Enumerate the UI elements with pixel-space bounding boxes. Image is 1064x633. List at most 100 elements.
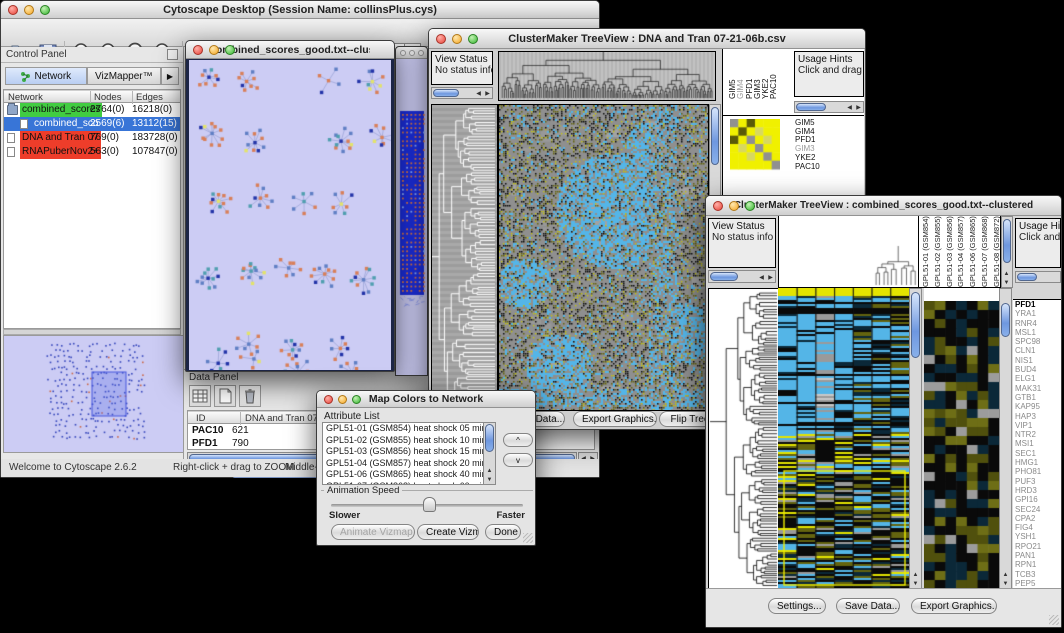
dialog-button[interactable]: Done [485, 524, 521, 540]
gene-label[interactable]: SEC1 [1013, 449, 1061, 458]
gene-label[interactable]: CLN1 [1013, 346, 1061, 355]
gene-label[interactable]: GPI16 [1013, 495, 1061, 504]
dialog-button[interactable]: Create Vizmap [417, 524, 479, 540]
treeview2-column-tree[interactable] [778, 216, 920, 288]
treeview2-detail-heatmap[interactable] [924, 301, 999, 589]
treeview1-titlebar[interactable]: ClusterMaker TreeView : DNA and Tran 07-… [429, 29, 865, 49]
zoom-button[interactable] [352, 395, 361, 404]
treeview2-button[interactable]: Save Data... [836, 598, 900, 614]
gene-label[interactable]: SPC98 [1013, 337, 1061, 346]
network-list-row[interactable]: combined_scores 2764(0) 16218(0) [4, 103, 180, 117]
tab-network[interactable]: Network [5, 67, 87, 85]
dialog-titlebar[interactable]: Map Colors to Network [317, 391, 535, 408]
minimize-button[interactable] [338, 395, 347, 404]
gene-label[interactable]: RPN1 [1013, 560, 1061, 569]
gene-label[interactable]: CPA2 [1013, 514, 1061, 523]
gene-label[interactable]: PUF3 [1013, 477, 1061, 486]
gene-label[interactable]: HRD3 [1013, 486, 1061, 495]
gene-label[interactable]: SEC24 [1013, 505, 1061, 514]
resize-grip[interactable] [1049, 615, 1059, 625]
network-list-row[interactable]: combined_sco 2569(6) 13112(15) [4, 117, 180, 131]
float-panel-icon[interactable] [167, 49, 178, 60]
minimize-button[interactable] [24, 5, 34, 15]
zoom-button[interactable] [225, 45, 235, 55]
resize-grip[interactable] [523, 533, 533, 543]
close-button[interactable] [324, 395, 333, 404]
treeview1-column-dendrogram[interactable] [498, 51, 716, 101]
tab-overflow-arrow-icon[interactable]: ▶ [161, 67, 179, 85]
network-canvas[interactable] [189, 60, 391, 370]
treeview2-detail-vscrollbar[interactable]: ▲▼ [999, 288, 1012, 589]
move-up-button[interactable]: ^ [503, 433, 533, 447]
background-network-canvas[interactable] [396, 59, 427, 375]
treeview1-heatmap[interactable] [498, 104, 709, 411]
treeview2-button[interactable]: Settings... [768, 598, 826, 614]
attribute-list-item[interactable]: GPL51-04 (GSM857) heat shock 20 min [323, 458, 495, 470]
gene-label[interactable]: RNR4 [1013, 319, 1061, 328]
treeview1-status-hscrollbar[interactable]: ◀▶ [431, 87, 493, 99]
minimize-button[interactable] [209, 45, 219, 55]
gene-label[interactable]: KAP95 [1013, 402, 1061, 411]
treeview2-heatmap[interactable] [778, 288, 909, 589]
attribute-list-vscrollbar[interactable]: ▲▼ [483, 423, 495, 484]
gene-label[interactable]: MAK31 [1013, 384, 1061, 393]
new-attribute-icon[interactable] [214, 385, 236, 407]
network-overview-canvas[interactable] [3, 335, 184, 453]
treeview2-collabel-vscrollbar[interactable]: ▲▼ [1001, 216, 1013, 288]
attribute-list-item[interactable]: GPL51-06 (GSM865) heat shock 40 min [323, 469, 495, 481]
close-button[interactable] [400, 50, 406, 56]
treeview1-mini-heatmap[interactable] [730, 119, 780, 171]
gene-label[interactable]: MSL1 [1013, 328, 1061, 337]
gene-label[interactable]: PFD1 [1013, 300, 1061, 309]
gene-label[interactable]: FIG4 [1013, 523, 1061, 532]
gene-label[interactable]: PHO81 [1013, 467, 1061, 476]
treeview2-titlebar[interactable]: ClusterMaker TreeView : combined_scores_… [706, 196, 1061, 216]
zoom-button[interactable] [745, 201, 755, 211]
zoom-button[interactable] [468, 34, 478, 44]
gene-label[interactable]: ELG1 [1013, 374, 1061, 383]
gene-label[interactable]: RPO21 [1013, 542, 1061, 551]
delete-attribute-trash-icon[interactable] [239, 385, 261, 407]
zoom-button[interactable] [40, 5, 50, 15]
move-down-button[interactable]: v [503, 453, 533, 467]
gene-label[interactable]: NTR2 [1013, 430, 1061, 439]
select-attributes-icon[interactable] [189, 385, 211, 407]
treeview1-usage-hscrollbar[interactable]: ◀▶ [794, 101, 864, 113]
gene-label[interactable]: NIS1 [1013, 356, 1061, 365]
network-view-titlebar[interactable]: combined_scores_good.txt--cluste... [186, 41, 394, 59]
gene-label[interactable]: YSH1 [1013, 532, 1061, 541]
background-network-titlebar[interactable] [396, 47, 427, 59]
treeview2-row-dendrogram[interactable] [708, 288, 780, 591]
treeview2-usage-hscrollbar[interactable] [1015, 271, 1061, 283]
treeview2-button[interactable]: Export Graphics... [911, 598, 997, 614]
gene-label[interactable]: PEP5 [1013, 579, 1061, 588]
minimize-button[interactable] [729, 201, 739, 211]
network-list-row[interactable]: DNA and Tran 07 769(0) 183728(0) [4, 131, 180, 145]
network-list-header[interactable]: Network Nodes Edges [4, 90, 180, 103]
gene-label[interactable]: TCB3 [1013, 570, 1061, 579]
tab-vizmapper[interactable]: VizMapper™ [87, 67, 161, 85]
attribute-list-item[interactable]: GPL51-02 (GSM855) heat shock 10 min [323, 435, 495, 447]
treeview1-row-dendrogram[interactable] [431, 104, 498, 411]
minimize-button[interactable] [452, 34, 462, 44]
speed-slider-thumb[interactable] [423, 497, 436, 512]
dialog-button[interactable]: Animate Vizmap [331, 524, 415, 540]
gene-label[interactable]: MSI1 [1013, 439, 1061, 448]
attribute-list-item[interactable]: GPL51-01 (GSM854) heat shock 05 min [323, 423, 495, 435]
network-list-row[interactable]: RNAPuberNov2+ 563(0) 107847(0) [4, 145, 180, 159]
gene-label[interactable]: BUD4 [1013, 365, 1061, 374]
gene-label[interactable]: GTB1 [1013, 393, 1061, 402]
treeview2-status-hscrollbar[interactable]: ◀▶ [708, 270, 776, 283]
close-button[interactable] [436, 34, 446, 44]
gene-label[interactable]: HAP3 [1013, 412, 1061, 421]
gene-label[interactable]: PAN1 [1013, 551, 1061, 560]
close-button[interactable] [193, 45, 203, 55]
zoom-button[interactable] [418, 50, 424, 56]
gene-label[interactable]: VIP1 [1013, 421, 1061, 430]
treeview1-button[interactable]: Export Graphics... [573, 411, 657, 427]
gene-label[interactable]: HMG1 [1013, 458, 1061, 467]
close-button[interactable] [713, 201, 723, 211]
main-title-bar[interactable]: Cytoscape Desktop (Session Name: collins… [1, 1, 599, 19]
gene-label[interactable]: YRA1 [1013, 309, 1061, 318]
attribute-list-item[interactable]: GPL51-03 (GSM856) heat shock 15 min [323, 446, 495, 458]
